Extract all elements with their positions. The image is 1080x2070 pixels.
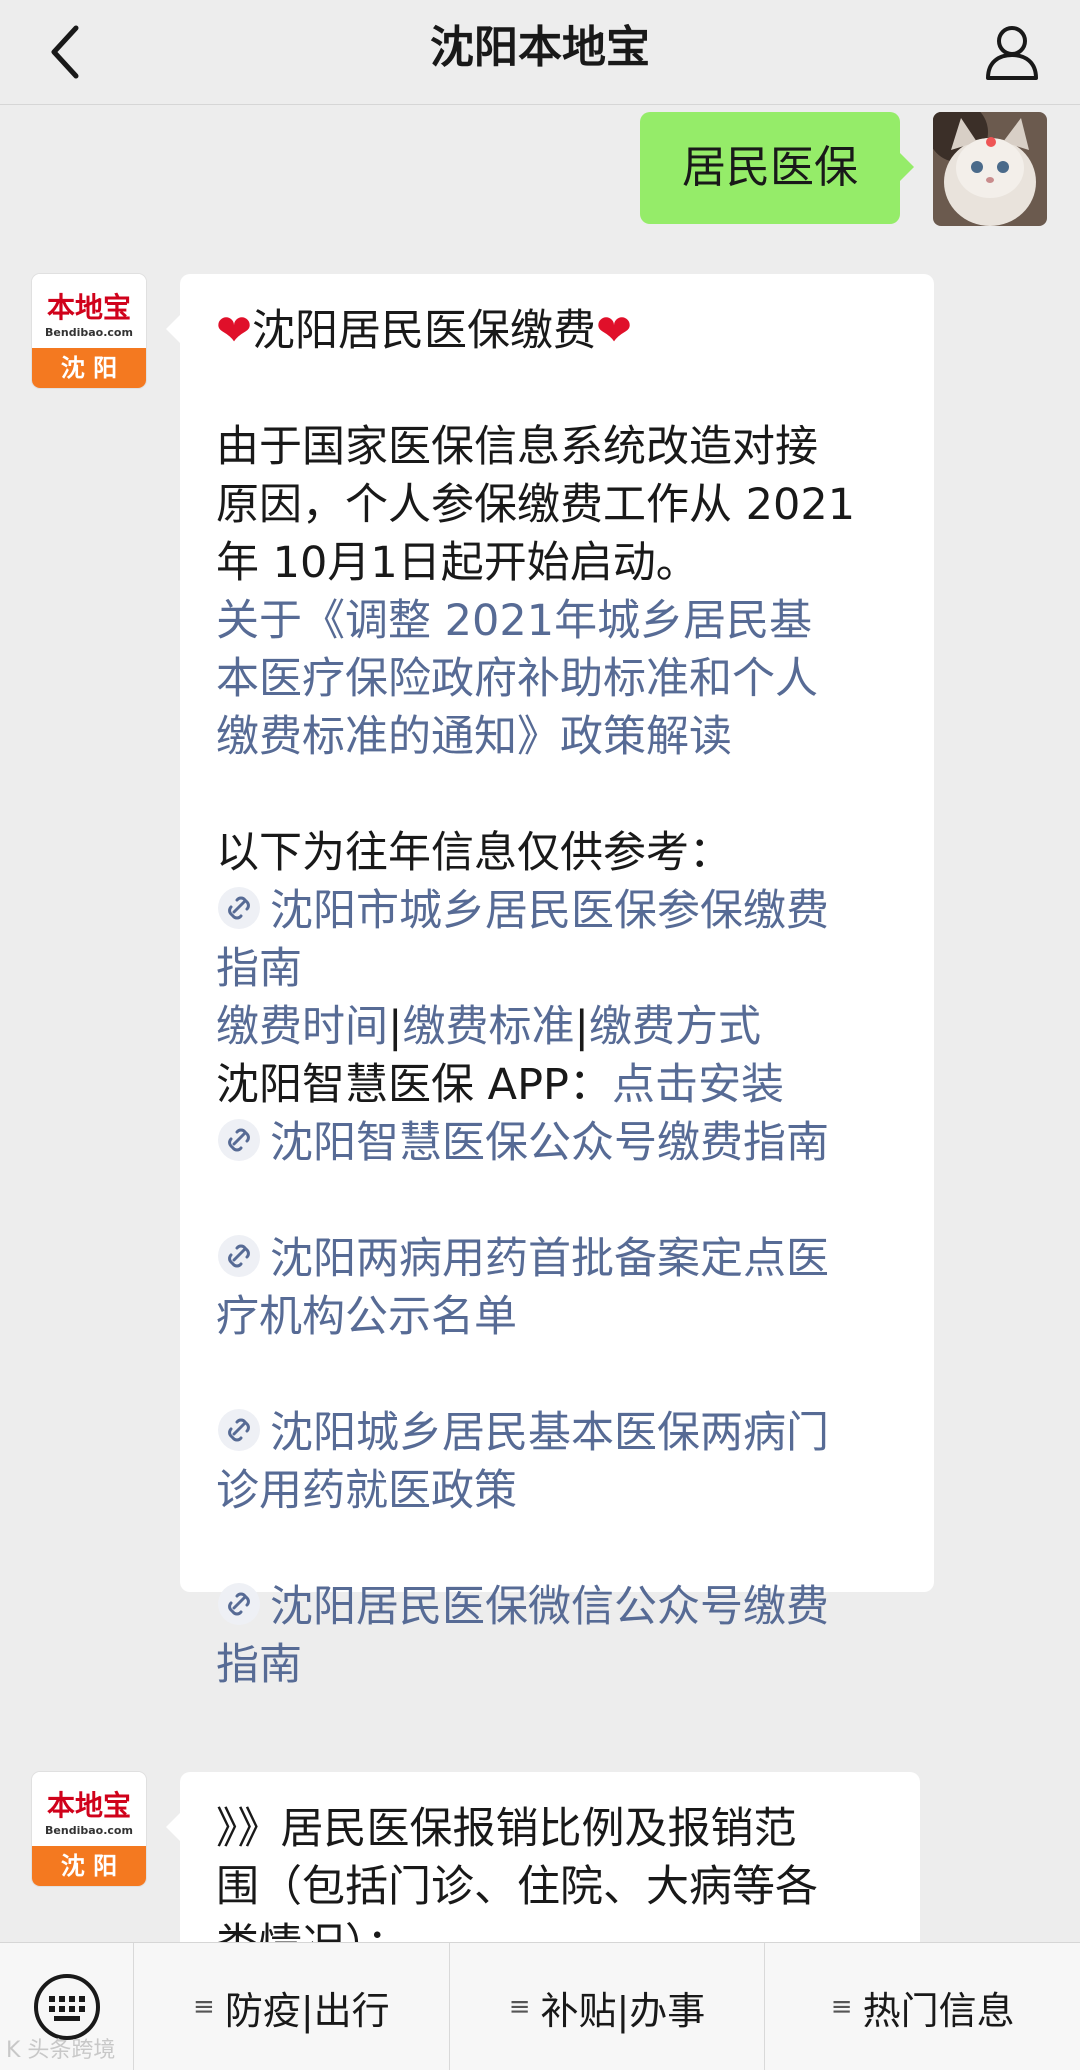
brand-domain: Bendibao.com — [45, 1824, 133, 1837]
heart-icon: ❤ — [216, 306, 253, 356]
app-install-row: 沈阳智慧医保 APP：点击安装 — [216, 1060, 784, 1110]
message-heading: ❤沈阳居民医保缴费❤ — [216, 306, 633, 356]
payment-standard-link[interactable]: 缴费标准 — [403, 1002, 575, 1052]
message-line: 类情况）： — [216, 1916, 884, 1942]
bottom-menu-bar: ≡ 防疫|出行 ≡ 补贴|办事 ≡ 热门信息 — [0, 1942, 1080, 2070]
submenu-icon: ≡ — [193, 1992, 215, 2022]
mini-program-link-icon — [218, 887, 260, 929]
two-disease-institutions-link[interactable]: 沈阳两病用药首批备案定点医 疗机构公示名单 — [216, 1230, 898, 1346]
mini-program-link-icon — [218, 1119, 260, 1161]
submenu-icon: ≡ — [508, 1992, 531, 2022]
cat-photo-avatar — [933, 112, 1047, 226]
watermark: K 头条跨境 — [6, 2038, 116, 2063]
wechat-payment-guide-link[interactable]: 沈阳智慧医保公众号缴费指南 — [216, 1114, 898, 1172]
outpatient-policy-link[interactable]: 沈阳城乡居民基本医保两病门 诊用药就医政策 — [216, 1404, 898, 1520]
bot-avatar[interactable]: 本地宝 Bendibao.com 沈 阳 — [32, 1772, 146, 1886]
brand-logo-text: 本地宝 — [46, 291, 131, 324]
nav-header: 沈阳本地宝 — [0, 0, 1080, 105]
heart-icon: ❤ — [596, 306, 633, 356]
mini-program-link-icon — [218, 1409, 260, 1451]
install-app-link[interactable]: 点击安装 — [612, 1060, 784, 1110]
message-line: 围（包括门诊、住院、大病等各 — [216, 1862, 818, 1912]
menu-subsidy-affairs[interactable]: ≡ 补贴|办事 — [450, 1943, 766, 2070]
bot-message-bubble[interactable]: 》》居民医保报销比例及报销范 围（包括门诊、住院、大病等各 类情况）： — [166, 1772, 920, 1942]
mini-program-link-icon — [218, 1235, 260, 1277]
bot-avatar[interactable]: 本地宝 Bendibao.com 沈 阳 — [32, 274, 146, 388]
brand-city: 沈 阳 — [32, 1846, 146, 1886]
bot-message-bubble[interactable]: ❤沈阳居民医保缴费❤ 由于国家医保信息系统改造对接 原因，个人参保缴费工作从 2… — [166, 274, 934, 1690]
brand-domain: Bendibao.com — [45, 326, 133, 339]
paragraph-line: 原因，个人参保缴费工作从 2021 — [216, 480, 856, 530]
menu-hot-info[interactable]: ≡ 热门信息 — [765, 1943, 1080, 2070]
person-icon — [986, 26, 1038, 80]
menu-epidemic-travel[interactable]: ≡ 防疫|出行 — [134, 1943, 450, 2070]
reference-intro: 以下为往年信息仅供参考： — [216, 828, 732, 878]
chat-area[interactable]: 居民医保 本地宝 Bendibao.com 沈 阳 ❤沈阳居民医保缴费❤ 由于国… — [0, 106, 1080, 1942]
payment-guide-link[interactable]: 沈阳市城乡居民医保参保缴费 指南 — [216, 882, 898, 998]
page-title: 沈阳本地宝 — [430, 22, 650, 73]
payment-method-link[interactable]: 缴费方式 — [589, 1002, 761, 1052]
paragraph-line: 年 10月1日起开始启动。 — [216, 538, 699, 588]
user-avatar[interactable] — [933, 112, 1047, 226]
policy-interpretation-link[interactable]: 关于《调整 2021年城乡居民基 本医疗保险政府补助标准和个人 缴费标准的通知》… — [216, 592, 898, 766]
profile-button[interactable] — [974, 14, 1050, 90]
quick-links-row: 缴费时间|缴费标准|缴费方式 — [216, 1002, 761, 1052]
brand-city: 沈 阳 — [32, 348, 146, 388]
payment-time-link[interactable]: 缴费时间 — [216, 1002, 388, 1052]
brand-logo-text: 本地宝 — [46, 1789, 131, 1822]
user-message-bubble[interactable]: 居民医保 — [640, 112, 914, 224]
submenu-icon: ≡ — [830, 1992, 853, 2022]
paragraph-line: 由于国家医保信息系统改造对接 — [216, 422, 818, 472]
message-line: 》》居民医保报销比例及报销范 — [216, 1804, 797, 1854]
mini-program-link-icon — [218, 1583, 260, 1625]
resident-wechat-guide-link[interactable]: 沈阳居民医保微信公众号缴费 指南 — [216, 1578, 898, 1694]
